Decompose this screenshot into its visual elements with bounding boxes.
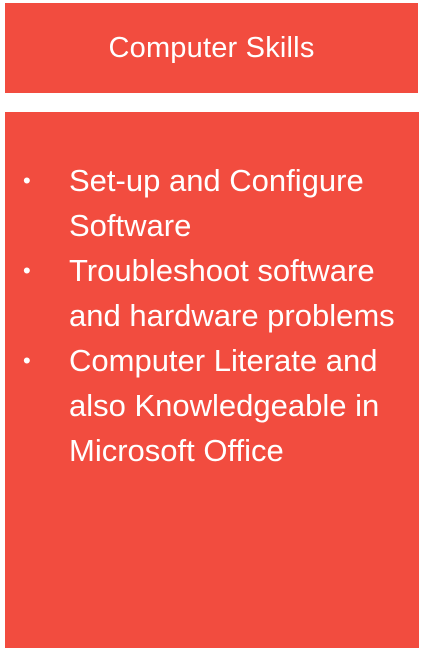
- page-title: Computer Skills: [108, 31, 315, 64]
- bullet-icon: •: [23, 348, 31, 373]
- list-item: • Set-up and Configure Software: [23, 158, 413, 248]
- header-panel: Computer Skills: [5, 3, 418, 93]
- list-item: • Troubleshoot software and hardware pro…: [23, 248, 413, 338]
- skill-text: Set-up and Configure Software: [69, 163, 364, 243]
- bullet-icon: •: [23, 258, 31, 283]
- skill-text: Computer Literate and also Knowledgeable…: [69, 343, 380, 468]
- list-item: • Computer Literate and also Knowledgeab…: [23, 338, 413, 473]
- skills-panel: • Set-up and Configure Software • Troubl…: [5, 112, 419, 648]
- skills-list: • Set-up and Configure Software • Troubl…: [23, 158, 413, 473]
- bullet-icon: •: [23, 168, 31, 193]
- skill-text: Troubleshoot software and hardware probl…: [69, 253, 395, 333]
